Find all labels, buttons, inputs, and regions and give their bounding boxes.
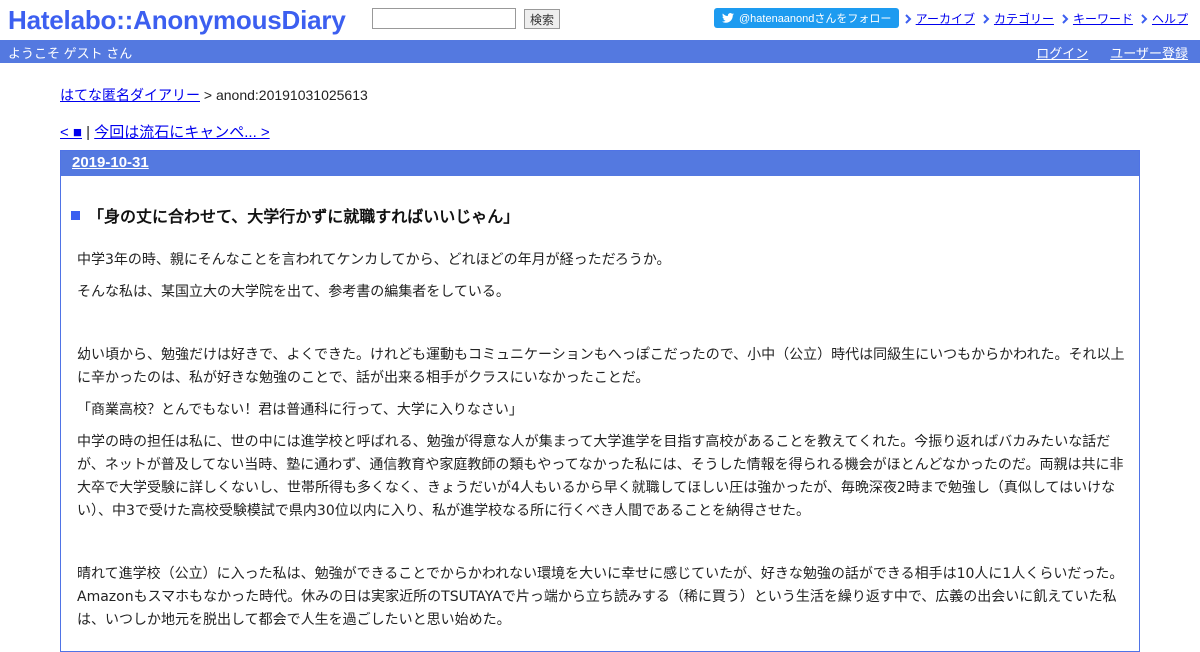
user-bar: ようこそ ゲスト さん ログイン ユーザー登録	[0, 40, 1200, 63]
twitter-follow-button[interactable]: @hatenaanondさんをフォロー	[714, 8, 900, 28]
twitter-follow-label: @hatenaanondさんをフォロー	[739, 13, 892, 25]
chevron-right-icon	[983, 13, 990, 24]
breadcrumb: はてな匿名ダイアリー > anond:20191031025613	[60, 85, 368, 105]
entry-title-text: 「身の丈に合わせて、大学行かずに就職すればいいじゃん」	[88, 207, 520, 226]
chevron-right-icon	[1141, 13, 1148, 24]
entry-paragraph: 中学3年の時、親にそんなことを言われてケンカしてから、どれほどの年月が経っただろ…	[77, 252, 671, 268]
site-logo[interactable]: Hatelabo::AnonymousDiary	[8, 5, 346, 36]
register-link[interactable]: ユーザー登録	[1110, 43, 1188, 62]
help-link[interactable]: ヘルプ	[1141, 10, 1188, 27]
entry-date-link[interactable]: 2019-10-31	[72, 154, 149, 171]
entry-nav: < ■ | 今回は流石にキャンペ... >	[60, 121, 270, 142]
entry-paragraph: 晴れて進学校（公立）に入った私は、勉強ができることでからかわれない環境を大いに幸…	[77, 566, 1124, 628]
search-input[interactable]	[372, 8, 516, 29]
prev-entry-link[interactable]: < ■	[60, 124, 82, 141]
breadcrumb-current: anond:20191031025613	[215, 87, 368, 103]
entry-title: 「身の丈に合わせて、大学行かずに就職すればいいじゃん」	[71, 203, 519, 227]
breadcrumb-root-link[interactable]: はてな匿名ダイアリー	[60, 87, 200, 103]
entry-paragraph: 幼い頃から、勉強だけは好きで、よくできた。けれども運動もコミュニケーションもへっ…	[77, 347, 1125, 386]
login-link[interactable]: ログイン	[1036, 43, 1088, 62]
chevron-right-icon	[1062, 13, 1069, 24]
entry-paragraph: 「商業高校？とんでもない！君は普通科に行って、大学に入りなさい」	[77, 402, 523, 418]
next-entry-link[interactable]: 今回は流石にキャンペ... >	[94, 124, 269, 141]
entry-permalink-icon[interactable]	[71, 210, 80, 220]
search-button[interactable]: 検索	[524, 9, 561, 29]
chevron-right-icon	[904, 13, 912, 24]
entry-paragraph: 中学の時の担任は私に、世の中には進学校と呼ばれる、勉強が得意な人が集まって大学進…	[77, 434, 1124, 519]
welcome-text: ようこそ ゲスト さん	[8, 46, 133, 61]
entry-body: 中学3年の時、親にそんなことを言われてケンカしてから、どれほどの年月が経っただろ…	[77, 249, 1129, 641]
category-link[interactable]: カテゴリー	[983, 10, 1054, 27]
archive-link[interactable]: アーカイブ	[904, 10, 975, 27]
header-links: アーカイブ カテゴリー キーワード ヘルプ	[904, 10, 1188, 27]
nav-separator: |	[82, 124, 95, 141]
twitter-bird-icon	[722, 13, 734, 23]
breadcrumb-separator: >	[200, 87, 216, 103]
top-header: Hatelabo::AnonymousDiary 検索 @hatenaanond…	[0, 0, 1200, 40]
entry-paragraph: そんな私は、某国立大の大学院を出て、参考書の編集者をしている。	[77, 284, 510, 300]
keyword-link[interactable]: キーワード	[1062, 10, 1133, 27]
day-header: 2019-10-31	[61, 151, 1139, 176]
day-section: 2019-10-31 「身の丈に合わせて、大学行かずに就職すればいいじゃん」 中…	[60, 150, 1140, 652]
account-links: ログイン ユーザー登録	[1036, 43, 1188, 62]
